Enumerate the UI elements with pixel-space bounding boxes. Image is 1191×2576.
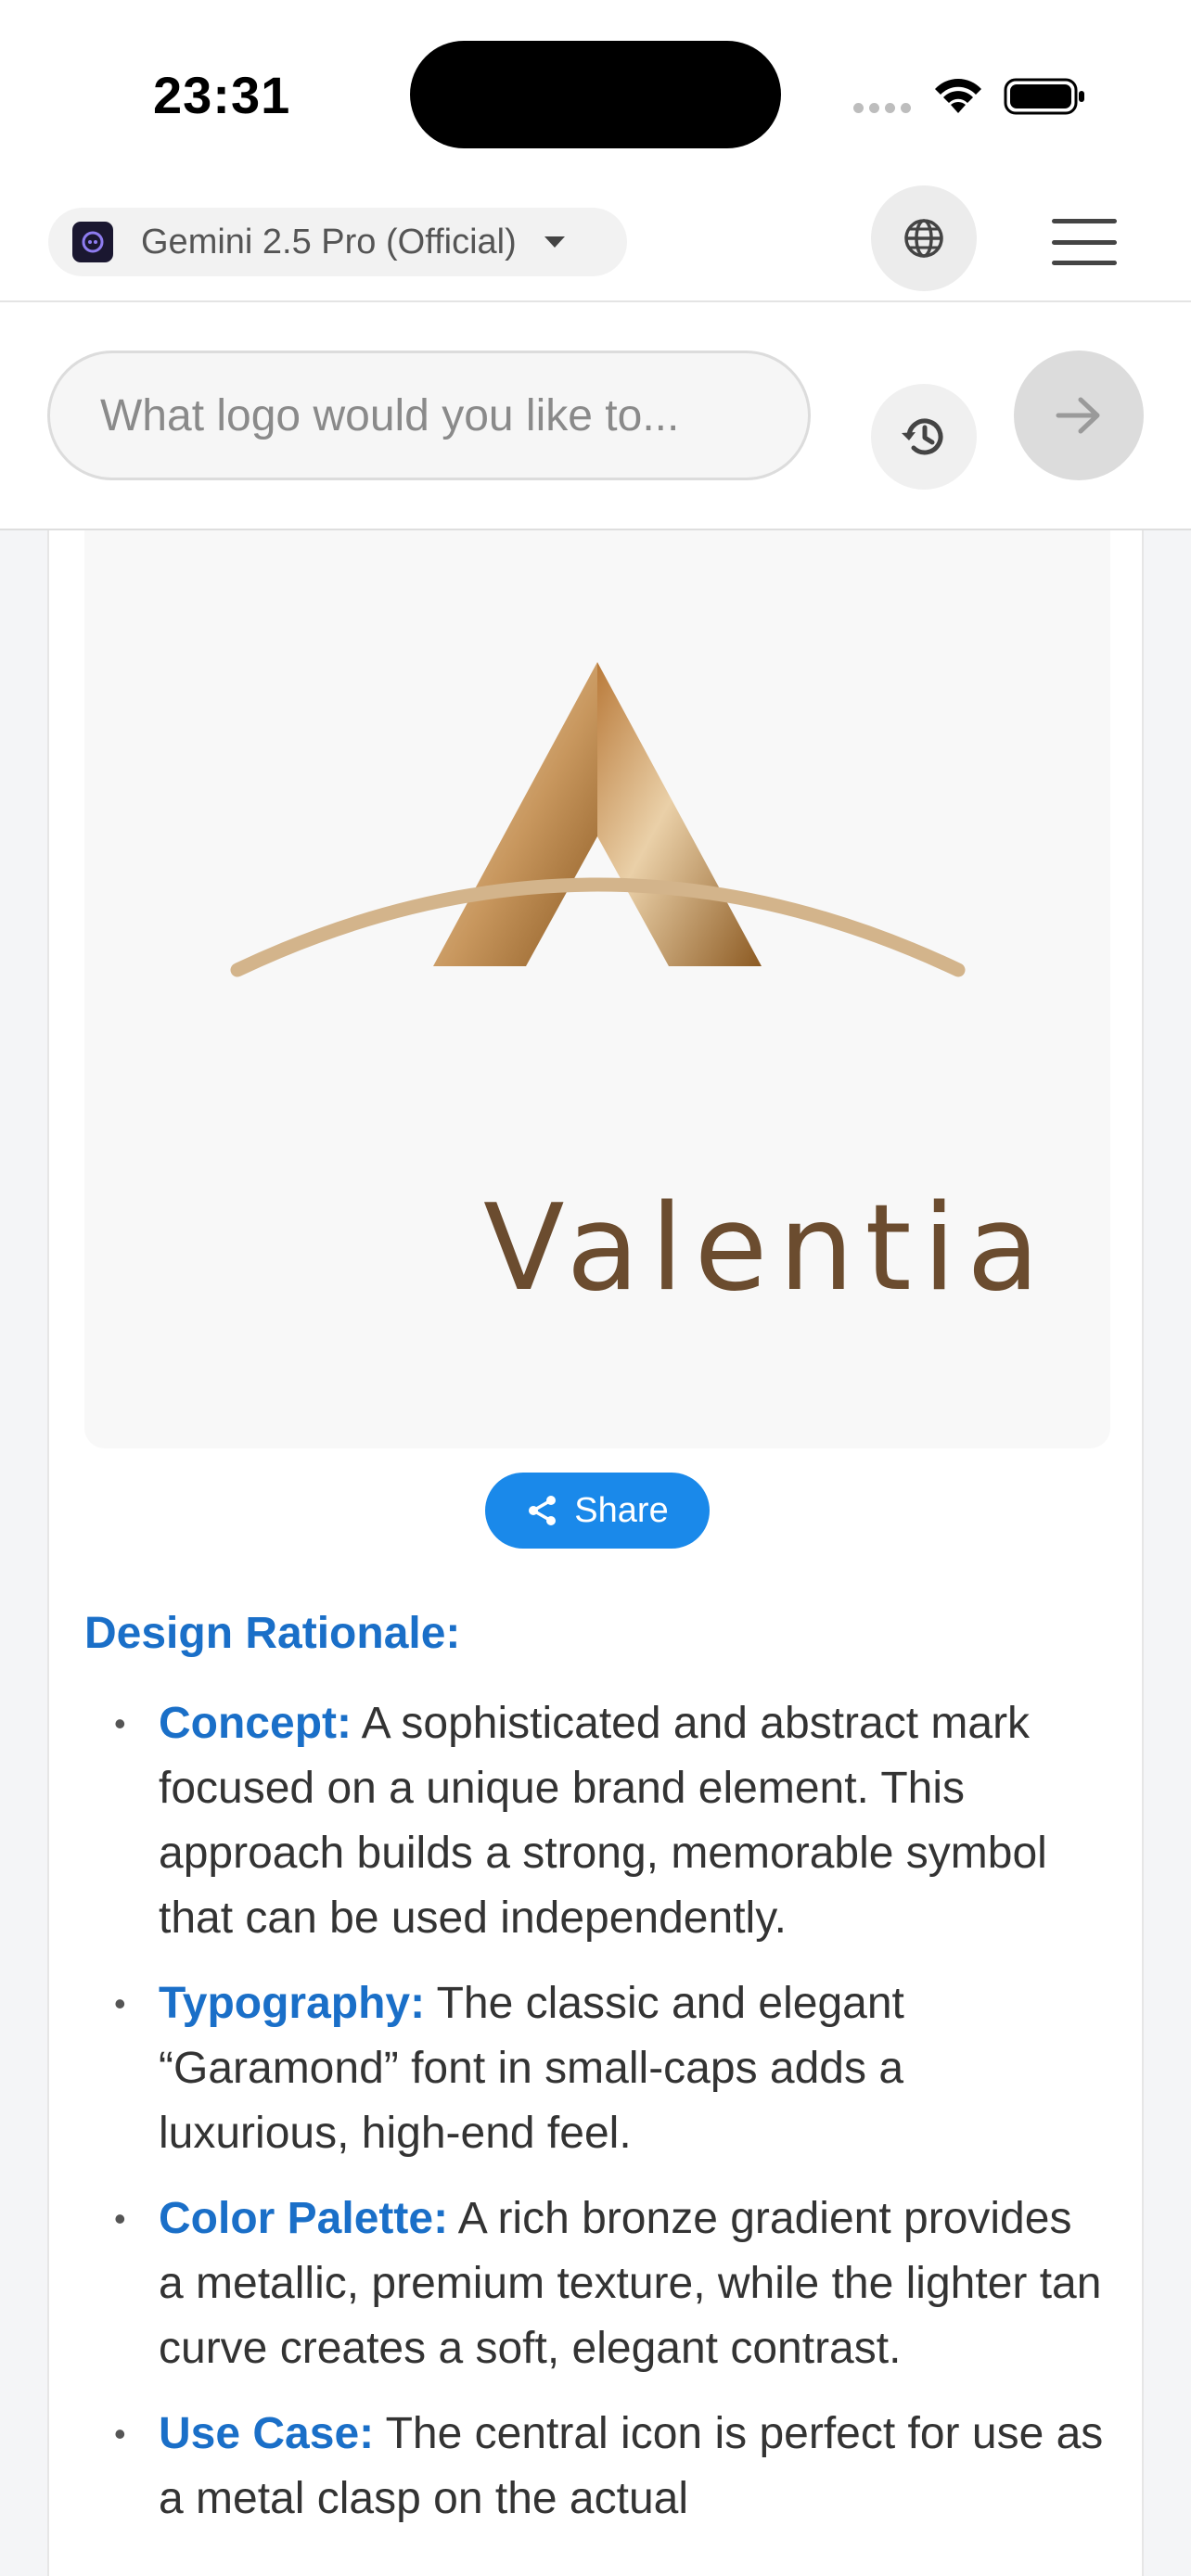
history-button[interactable] bbox=[871, 384, 977, 490]
globe-icon bbox=[904, 219, 943, 258]
battery-icon bbox=[1004, 78, 1084, 115]
design-rationale-list: • Concept: A sophisticated and abstract m… bbox=[84, 1691, 1105, 2552]
list-item-term: Concept: bbox=[159, 1699, 352, 1748]
status-time: 23:31 bbox=[153, 66, 291, 124]
top-app-bar: Gemini 2.5 Pro (Official) bbox=[0, 185, 1191, 302]
prompt-bar bbox=[0, 302, 1191, 530]
share-icon bbox=[529, 1496, 557, 1525]
logo-prompt-input[interactable] bbox=[47, 351, 811, 480]
menu-icon[interactable] bbox=[1052, 219, 1117, 265]
list-item: • Concept: A sophisticated and abstract m… bbox=[114, 1699, 1047, 1943]
logo-wordmark: Valentia bbox=[483, 1180, 1051, 1318]
cellular-signal-icon bbox=[853, 103, 911, 113]
list-item: • Typography: The classic and elegant “Ga… bbox=[114, 1979, 904, 2158]
logo-emblem-icon bbox=[230, 662, 966, 977]
design-rationale-heading: Design Rationale: bbox=[84, 1609, 461, 1658]
model-selector[interactable]: Gemini 2.5 Pro (Official) bbox=[48, 208, 627, 276]
logo-preview: Valentia bbox=[84, 530, 1110, 1448]
list-item-term: Typography: bbox=[159, 1979, 426, 2028]
send-button[interactable] bbox=[1014, 351, 1144, 480]
list-item: • Color Palette: A rich bronze gradient p… bbox=[114, 2194, 1102, 2373]
status-bar: 23:31 bbox=[0, 0, 1191, 185]
result-card: Valentia Share Design Rationale: • Concep… bbox=[47, 530, 1144, 2576]
list-item-term: Use Case: bbox=[159, 2409, 375, 2458]
arrow-right-icon bbox=[1056, 397, 1100, 434]
history-icon bbox=[902, 418, 943, 455]
model-app-icon bbox=[72, 222, 113, 262]
model-name: Gemini 2.5 Pro (Official) bbox=[141, 222, 517, 261]
wifi-icon bbox=[935, 79, 981, 113]
caret-down-icon bbox=[544, 236, 565, 248]
globe-button[interactable] bbox=[871, 185, 977, 291]
share-label: Share bbox=[574, 1490, 669, 1530]
share-button[interactable]: Share bbox=[485, 1473, 710, 1549]
list-item: • Use Case: The central icon is perfect f… bbox=[114, 2409, 1104, 2523]
list-item-term: Color Palette: bbox=[159, 2194, 449, 2243]
dynamic-island bbox=[410, 41, 781, 148]
